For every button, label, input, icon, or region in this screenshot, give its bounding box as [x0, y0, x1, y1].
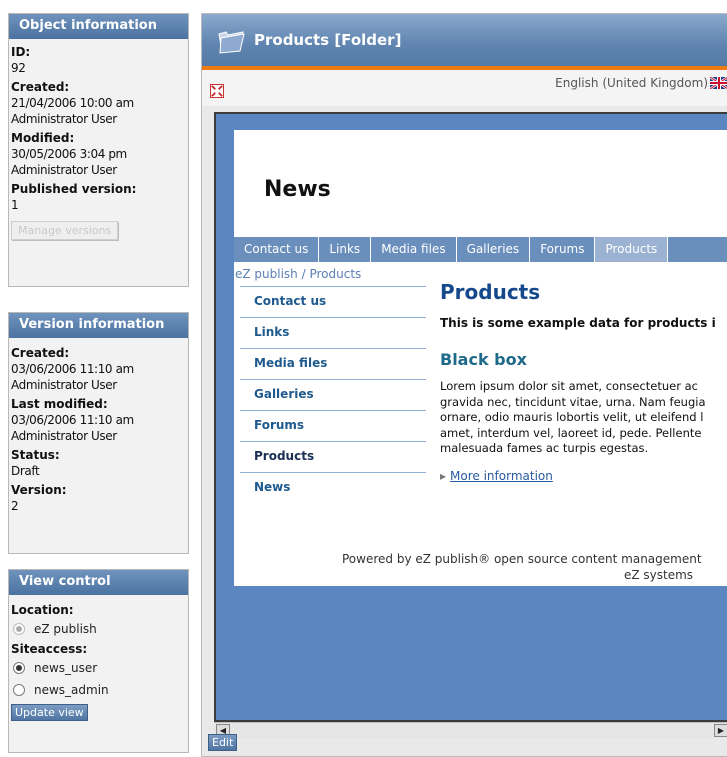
news-user-radio[interactable] [13, 662, 25, 674]
news-user-label: news_user [34, 661, 98, 675]
tab-products[interactable]: Products [595, 237, 669, 262]
body-line: amet, interdum vel, laoreet id, pede. Pe… [440, 425, 702, 440]
location-option-label: eZ publish [34, 622, 97, 636]
manage-versions-button[interactable]: Manage versions [11, 221, 119, 240]
location-radio[interactable] [13, 623, 25, 635]
more-information-link[interactable]: More information [440, 469, 727, 483]
version-value: 2 [11, 499, 19, 513]
version-created-date: 03/06/2006 11:10 am [11, 362, 134, 376]
view-control-panel: View control Location: eZ publish Siteac… [8, 569, 189, 753]
tab-links[interactable]: Links [319, 237, 372, 262]
content-heading: Products [440, 280, 541, 304]
expand-icon[interactable] [210, 84, 224, 98]
created-date: 21/04/2006 10:00 am [11, 96, 134, 110]
menu-item-links[interactable]: Links [240, 317, 426, 348]
created-by: Administrator User [11, 112, 117, 126]
menu-item-forums[interactable]: Forums [240, 410, 426, 441]
object-information-title: Object information [9, 14, 188, 39]
site-page: News Contact us Links Media files Galler… [234, 130, 727, 586]
site-footer-line1: Powered by eZ publish® open source conte… [342, 552, 702, 566]
siteaccess-option-news-user[interactable]: news_user [11, 657, 188, 679]
site-left-menu: Contact us Links Media files Galleries F… [240, 286, 426, 503]
tab-contact-us[interactable]: Contact us [234, 237, 320, 262]
tab-forums[interactable]: Forums [530, 237, 596, 262]
edit-button[interactable]: Edit [208, 734, 238, 751]
content-body: Lorem ipsum dolor sit amet, consectetuer… [440, 379, 727, 457]
status-label: Status: [11, 448, 60, 462]
site-content: Products This is some example data for p… [440, 280, 727, 483]
siteaccess-option-news-admin[interactable]: news_admin [11, 679, 188, 701]
horizontal-scrollbar[interactable]: ◀ ▶ [214, 722, 727, 738]
status-value: Draft [11, 464, 40, 478]
body-line: Lorem ipsum dolor sit amet, consectetuer… [440, 379, 698, 393]
uk-flag-icon [710, 77, 727, 89]
breadcrumb[interactable]: eZ publish / Products [235, 267, 361, 281]
content-intro: This is some example data for products i [440, 316, 716, 330]
version-created-label: Created: [11, 346, 70, 360]
menu-item-contact-us[interactable]: Contact us [240, 286, 426, 317]
menu-item-news[interactable]: News [240, 472, 426, 503]
news-admin-radio[interactable] [13, 684, 25, 696]
tab-media-files[interactable]: Media files [371, 237, 457, 262]
content-subheading: Black box [440, 350, 527, 369]
published-version-value: 1 [11, 198, 19, 212]
location-label: Location: [11, 603, 74, 617]
last-modified-label: Last modified: [11, 397, 108, 411]
id-label: ID: [11, 45, 31, 59]
news-admin-label: news_admin [34, 683, 109, 697]
main-panel: Products [Folder] English (United Kingdo… [201, 13, 727, 757]
version-created-by: Administrator User [11, 378, 117, 392]
version-information-title: Version information [9, 313, 188, 338]
id-value: 92 [11, 61, 26, 75]
folder-icon [218, 31, 245, 54]
language-bar: English (United Kingdom) [202, 70, 727, 106]
site-title: News [264, 177, 331, 202]
tab-galleries[interactable]: Galleries [457, 237, 531, 262]
modified-by: Administrator User [11, 163, 117, 177]
siteaccess-label: Siteaccess: [11, 642, 88, 656]
object-information-panel: Object information ID: 92 Created: 21/04… [8, 13, 189, 287]
created-label: Created: [11, 80, 70, 94]
site-tabs: Contact us Links Media files Galleries F… [234, 237, 727, 262]
published-version-label: Published version: [11, 182, 137, 196]
main-header: Products [Folder] [202, 14, 727, 66]
modified-date: 30/05/2006 3:04 pm [11, 147, 127, 161]
version-information-panel: Version information Created: 03/06/2006 … [8, 312, 189, 554]
menu-item-galleries[interactable]: Galleries [240, 379, 426, 410]
last-modified-by: Administrator User [11, 429, 117, 443]
site-preview-frame[interactable]: News Contact us Links Media files Galler… [214, 112, 727, 722]
body-line: ornare, odio mauris lobortis velit, ut e… [440, 410, 704, 424]
scroll-right-icon[interactable]: ▶ [714, 724, 727, 737]
location-option[interactable]: eZ publish [11, 618, 188, 640]
menu-item-products[interactable]: Products [240, 441, 426, 472]
last-modified-date: 03/06/2006 11:10 am [11, 413, 134, 427]
version-label: Version: [11, 483, 67, 497]
language-label: English (United Kingdom) [555, 76, 708, 90]
main-title: Products [Folder] [254, 31, 402, 49]
menu-item-media-files[interactable]: Media files [240, 348, 426, 379]
body-line: malesuada fames ac turpis egestas. [440, 441, 649, 455]
view-control-title: View control [9, 570, 188, 595]
modified-label: Modified: [11, 131, 75, 145]
site-footer-line2: eZ systems [624, 568, 694, 582]
update-view-button[interactable]: Update view [11, 704, 88, 721]
body-line: gravida nec, tincidunt vitae, urna. Nam … [440, 394, 706, 409]
